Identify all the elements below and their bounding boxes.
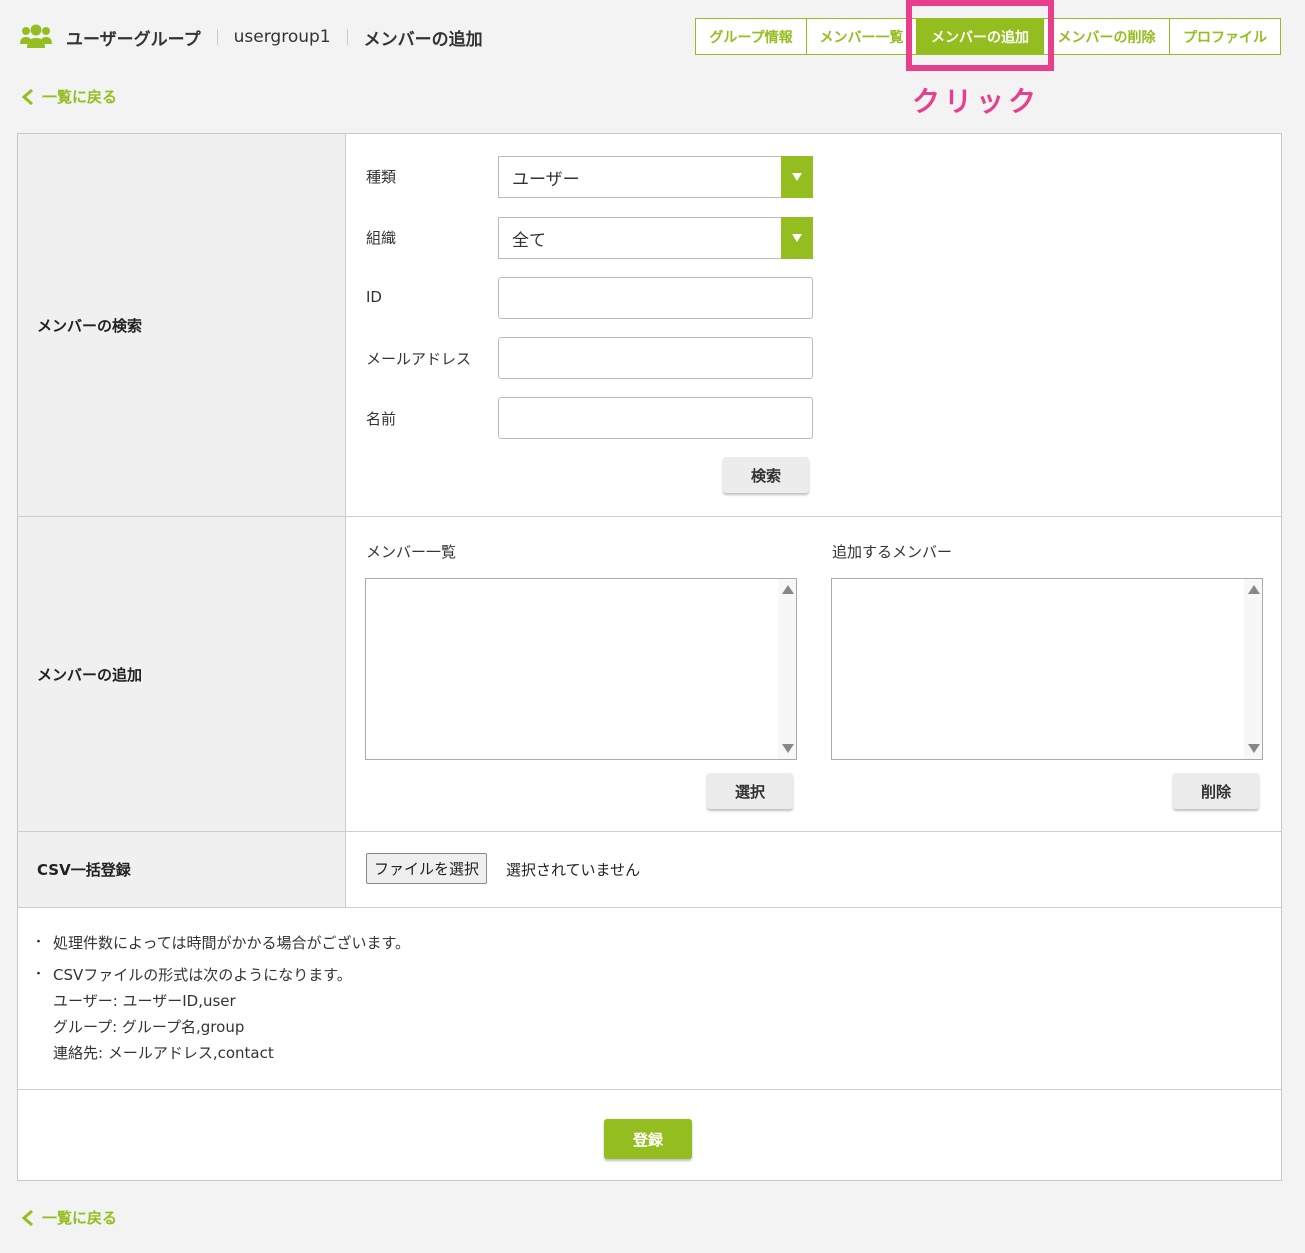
tab-member-list[interactable]: メンバー一覧: [806, 18, 917, 55]
scroll-up-icon[interactable]: [782, 585, 794, 594]
delete-button[interactable]: 削除: [1173, 773, 1259, 809]
breadcrumb-section[interactable]: ユーザーグループ: [66, 25, 201, 50]
name-label: 名前: [366, 410, 397, 428]
back-link-bottom[interactable]: 一覧に戻る: [20, 1207, 117, 1228]
name-input[interactable]: [498, 397, 813, 439]
breadcrumb: ユーザーグループ usergroup1 メンバーの追加: [20, 22, 483, 52]
csv-format-user: ユーザー: ユーザーID,user: [53, 992, 236, 1010]
search-button[interactable]: 検索: [723, 457, 809, 493]
scroll-up-icon[interactable]: [1248, 585, 1260, 594]
tab-profile[interactable]: プロファイル: [1169, 18, 1281, 55]
dropdown-arrow-icon[interactable]: [781, 217, 813, 259]
click-highlight-box: [906, 0, 1054, 71]
org-label: 組織: [366, 229, 397, 247]
notes-row: 処理件数によっては時間がかかる場合がございます。 CSVファイルの形式は次のよう…: [18, 908, 1281, 1090]
note-text: 処理件数によっては時間がかかる場合がございます。: [53, 934, 411, 952]
breadcrumb-page: メンバーの追加: [363, 29, 483, 50]
breadcrumb-separator: [216, 29, 218, 45]
member-listbox[interactable]: [365, 578, 797, 760]
member-add-label: メンバーの追加: [18, 517, 346, 831]
back-link-label: 一覧に戻る: [42, 88, 118, 106]
note-text: CSVファイルの形式は次のようになります。: [53, 966, 352, 984]
org-select-value: 全て: [512, 230, 546, 251]
breadcrumb-group[interactable]: usergroup1: [234, 27, 331, 47]
type-select-value: ユーザー: [512, 169, 580, 190]
member-add-row: メンバーの追加 メンバー一覧 選択 追加するメンバー 削除: [18, 517, 1281, 832]
org-select[interactable]: 全て: [498, 217, 813, 259]
register-button[interactable]: 登録: [604, 1119, 692, 1159]
main-panel: メンバーの検索 種類 ユーザー 組織 全て ID メールアドレス 名前 検索 メ…: [17, 133, 1282, 1181]
note-item: CSVファイルの形式は次のようになります。 ユーザー: ユーザーID,user …: [32, 962, 410, 1066]
csv-label: CSV一括登録: [18, 832, 346, 907]
click-annotation: クリック: [912, 85, 1041, 118]
scroll-down-icon[interactable]: [1248, 744, 1260, 753]
target-list-label: 追加するメンバー: [832, 543, 953, 561]
note-item: 処理件数によっては時間がかかる場合がございます。: [32, 930, 411, 956]
scrollbar[interactable]: [1244, 579, 1262, 759]
id-label: ID: [366, 288, 382, 306]
type-label: 種類: [366, 168, 397, 186]
notes: 処理件数によっては時間がかかる場合がございます。 CSVファイルの形式は次のよう…: [32, 930, 411, 1072]
member-list-label: メンバー一覧: [366, 543, 457, 561]
tab-remove-member[interactable]: メンバーの削除: [1043, 18, 1170, 55]
email-label: メールアドレス: [366, 350, 472, 368]
scroll-down-icon[interactable]: [782, 744, 794, 753]
csv-format-contact: 連絡先: メールアドレス,contact: [53, 1044, 274, 1062]
top-bar: ユーザーグループ usergroup1 メンバーの追加 グループ情報 メンバー一…: [0, 0, 1305, 72]
csv-format-group: グループ: グループ名,group: [53, 1018, 245, 1036]
chevron-left-icon: [21, 1209, 33, 1226]
dropdown-arrow-icon[interactable]: [781, 156, 813, 198]
target-listbox[interactable]: [831, 578, 1263, 760]
scrollbar[interactable]: [778, 579, 796, 759]
type-select[interactable]: ユーザー: [498, 156, 813, 198]
breadcrumb-separator: [346, 29, 348, 45]
csv-row: CSV一括登録 ファイルを選択 選択されていません: [18, 832, 1281, 908]
users-icon: [20, 24, 52, 48]
email-input[interactable]: [498, 337, 813, 379]
select-button[interactable]: 選択: [707, 773, 793, 809]
id-input[interactable]: [498, 277, 813, 319]
file-select-button[interactable]: ファイルを選択: [366, 853, 488, 884]
back-link-top[interactable]: 一覧に戻る: [20, 86, 117, 107]
member-search-row: メンバーの検索 種類 ユーザー 組織 全て ID メールアドレス 名前 検索: [18, 134, 1281, 517]
back-link-label: 一覧に戻る: [42, 1209, 118, 1227]
member-search-label: メンバーの検索: [18, 134, 346, 516]
tab-group-info[interactable]: グループ情報: [695, 18, 807, 55]
chevron-left-icon: [21, 88, 33, 105]
file-status: 選択されていません: [506, 861, 641, 879]
